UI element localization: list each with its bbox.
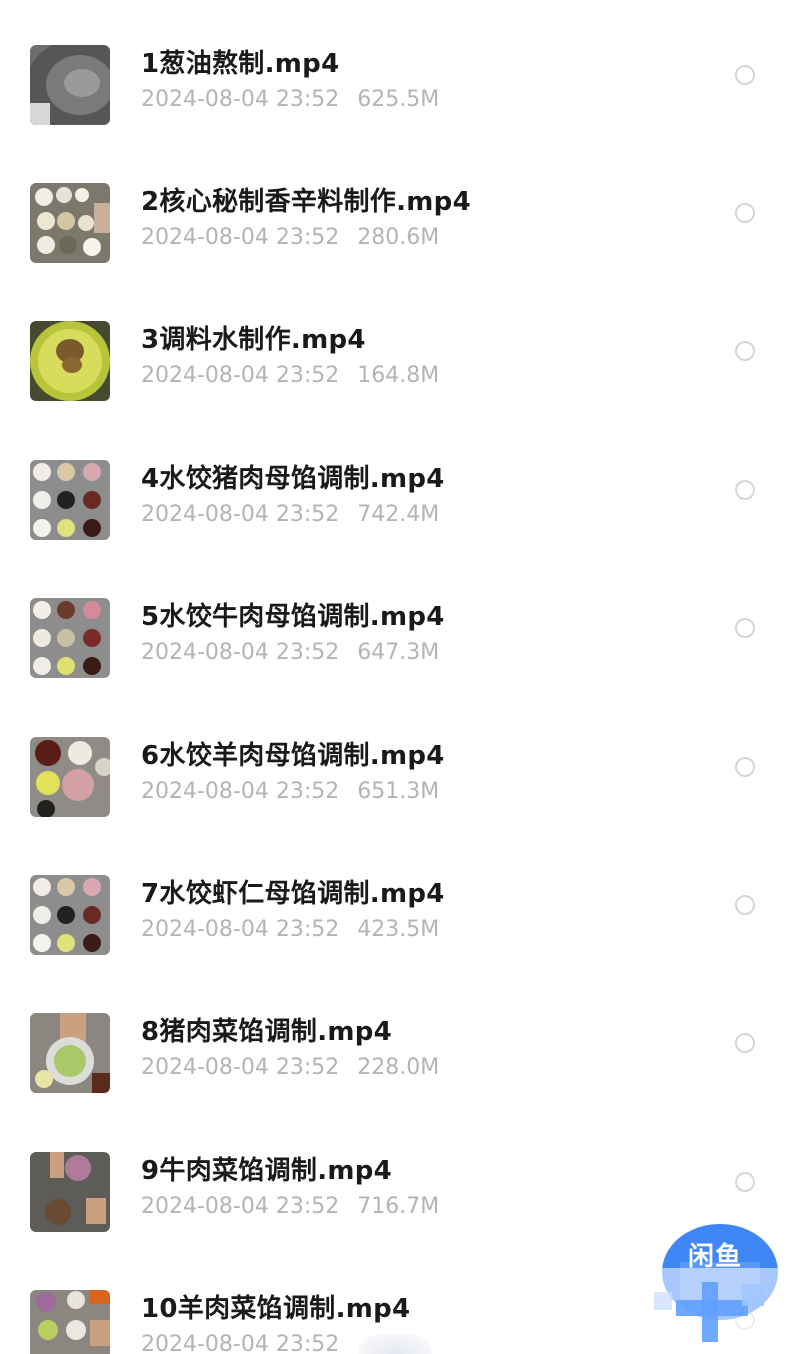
video-thumbnail[interactable]	[30, 1152, 110, 1232]
file-row[interactable]: 8猪肉菜馅调制.mp4 2024-08-04 23:52 228.0M	[0, 1005, 790, 1143]
select-radio[interactable]	[735, 895, 755, 915]
file-size: 164.8M	[357, 363, 440, 388]
spice-bowls-thumbnail-icon	[30, 183, 110, 263]
video-thumbnail[interactable]	[30, 737, 110, 817]
file-list-screen: 1葱油熬制.mp4 2024-08-04 23:52 625.5M 2核心秘制香辛…	[0, 0, 790, 1354]
file-size: 423.5M	[357, 917, 440, 942]
video-thumbnail[interactable]	[30, 598, 110, 678]
file-date: 2024-08-04 23:52	[141, 917, 340, 942]
select-radio[interactable]	[735, 1172, 755, 1192]
file-name[interactable]: 1葱油熬制.mp4	[141, 43, 339, 80]
file-name[interactable]: 8猪肉菜馅调制.mp4	[141, 1011, 392, 1048]
file-name[interactable]: 9牛肉菜馅调制.mp4	[141, 1150, 392, 1187]
file-meta: 2024-08-04 23:52 742.4M	[141, 502, 439, 527]
xianyu-watermark: 闲鱼	[640, 1222, 790, 1354]
file-size: 280.6M	[357, 225, 440, 250]
file-date: 2024-08-04 23:52	[141, 640, 340, 665]
video-thumbnail[interactable]	[30, 1013, 110, 1093]
ingredient-bowls-thumbnail-icon	[30, 598, 110, 678]
file-row[interactable]: 3调料水制作.mp4 2024-08-04 23:52 164.8M	[0, 313, 790, 451]
file-date: 2024-08-04 23:52	[141, 779, 340, 804]
file-meta: 2024-08-04 23:52 625.5M	[141, 87, 439, 112]
file-date: 2024-08-04 23:52	[141, 1055, 340, 1080]
file-size: 647.3M	[357, 640, 440, 665]
file-meta: 2024-08-04 23:52 651.3M	[141, 779, 439, 804]
file-date: 2024-08-04 23:52	[141, 1332, 340, 1354]
video-thumbnail[interactable]	[30, 321, 110, 401]
video-thumbnail[interactable]	[30, 45, 110, 125]
file-date: 2024-08-04 23:52	[141, 87, 340, 112]
wok-thumbnail-icon	[30, 45, 110, 125]
select-radio[interactable]	[735, 480, 755, 500]
mixing-hands-thumbnail-icon	[30, 1152, 110, 1232]
file-date: 2024-08-04 23:52	[141, 225, 340, 250]
file-size: 742.4M	[357, 502, 440, 527]
file-row[interactable]: 2核心秘制香辛料制作.mp4 2024-08-04 23:52 280.6M	[0, 175, 790, 313]
file-row[interactable]: 5水饺牛肉母馅调制.mp4 2024-08-04 23:52 647.3M	[0, 590, 790, 728]
file-name[interactable]: 10羊肉菜馅调制.mp4	[141, 1288, 410, 1325]
file-row[interactable]: 4水饺猪肉母馅调制.mp4 2024-08-04 23:52 742.4M	[0, 452, 790, 590]
file-size: 651.3M	[357, 779, 440, 804]
vegetable-bowls-thumbnail-icon	[30, 1290, 110, 1354]
file-meta: 2024-08-04 23:52 716.7M	[141, 1194, 439, 1219]
file-row[interactable]: 1葱油熬制.mp4 2024-08-04 23:52 625.5M	[0, 37, 790, 175]
file-meta: 2024-08-04 23:52 164.8M	[141, 363, 439, 388]
ingredient-bowls-thumbnail-icon	[30, 875, 110, 955]
file-date: 2024-08-04 23:52	[141, 502, 340, 527]
file-name[interactable]: 7水饺虾仁母馅调制.mp4	[141, 873, 445, 910]
file-meta: 2024-08-04 23:52 280.6M	[141, 225, 439, 250]
video-thumbnail[interactable]	[30, 875, 110, 955]
file-meta: 2024-08-04 23:52 647.3M	[141, 640, 439, 665]
select-radio[interactable]	[735, 618, 755, 638]
xianyu-watermark-text: 闲鱼	[688, 1242, 743, 1272]
meat-bowls-thumbnail-icon	[30, 737, 110, 817]
yellow-pot-thumbnail-icon	[30, 321, 110, 401]
file-row[interactable]: 6水饺羊肉母馅调制.mp4 2024-08-04 23:52 651.3M	[0, 729, 790, 867]
select-radio[interactable]	[735, 1033, 755, 1053]
file-size: 716.7M	[357, 1194, 440, 1219]
file-name[interactable]: 4水饺猪肉母馅调制.mp4	[141, 458, 445, 495]
select-radio[interactable]	[735, 757, 755, 777]
select-radio[interactable]	[735, 203, 755, 223]
file-row[interactable]: 7水饺虾仁母馅调制.mp4 2024-08-04 23:52 423.5M	[0, 867, 790, 1005]
video-thumbnail[interactable]	[30, 183, 110, 263]
file-name[interactable]: 2核心秘制香辛料制作.mp4	[141, 181, 471, 218]
ingredient-bowls-thumbnail-icon	[30, 460, 110, 540]
file-size: 625.5M	[357, 87, 440, 112]
video-thumbnail[interactable]	[30, 1290, 110, 1354]
file-date: 2024-08-04 23:52	[141, 1194, 340, 1219]
select-radio[interactable]	[735, 65, 755, 85]
floating-blob	[358, 1334, 432, 1354]
file-meta: 2024-08-04 23:52 228.0M	[141, 1055, 439, 1080]
file-size: 228.0M	[357, 1055, 440, 1080]
file-name[interactable]: 5水饺牛肉母馅调制.mp4	[141, 596, 445, 633]
file-name[interactable]: 3调料水制作.mp4	[141, 319, 366, 356]
select-radio[interactable]	[735, 341, 755, 361]
file-name[interactable]: 6水饺羊肉母馅调制.mp4	[141, 735, 445, 772]
video-thumbnail[interactable]	[30, 460, 110, 540]
file-meta: 2024-08-04 23:52 423.5M	[141, 917, 439, 942]
file-date: 2024-08-04 23:52	[141, 363, 340, 388]
file-meta: 2024-08-04 23:52	[141, 1332, 357, 1354]
mixing-bowl-thumbnail-icon	[30, 1013, 110, 1093]
